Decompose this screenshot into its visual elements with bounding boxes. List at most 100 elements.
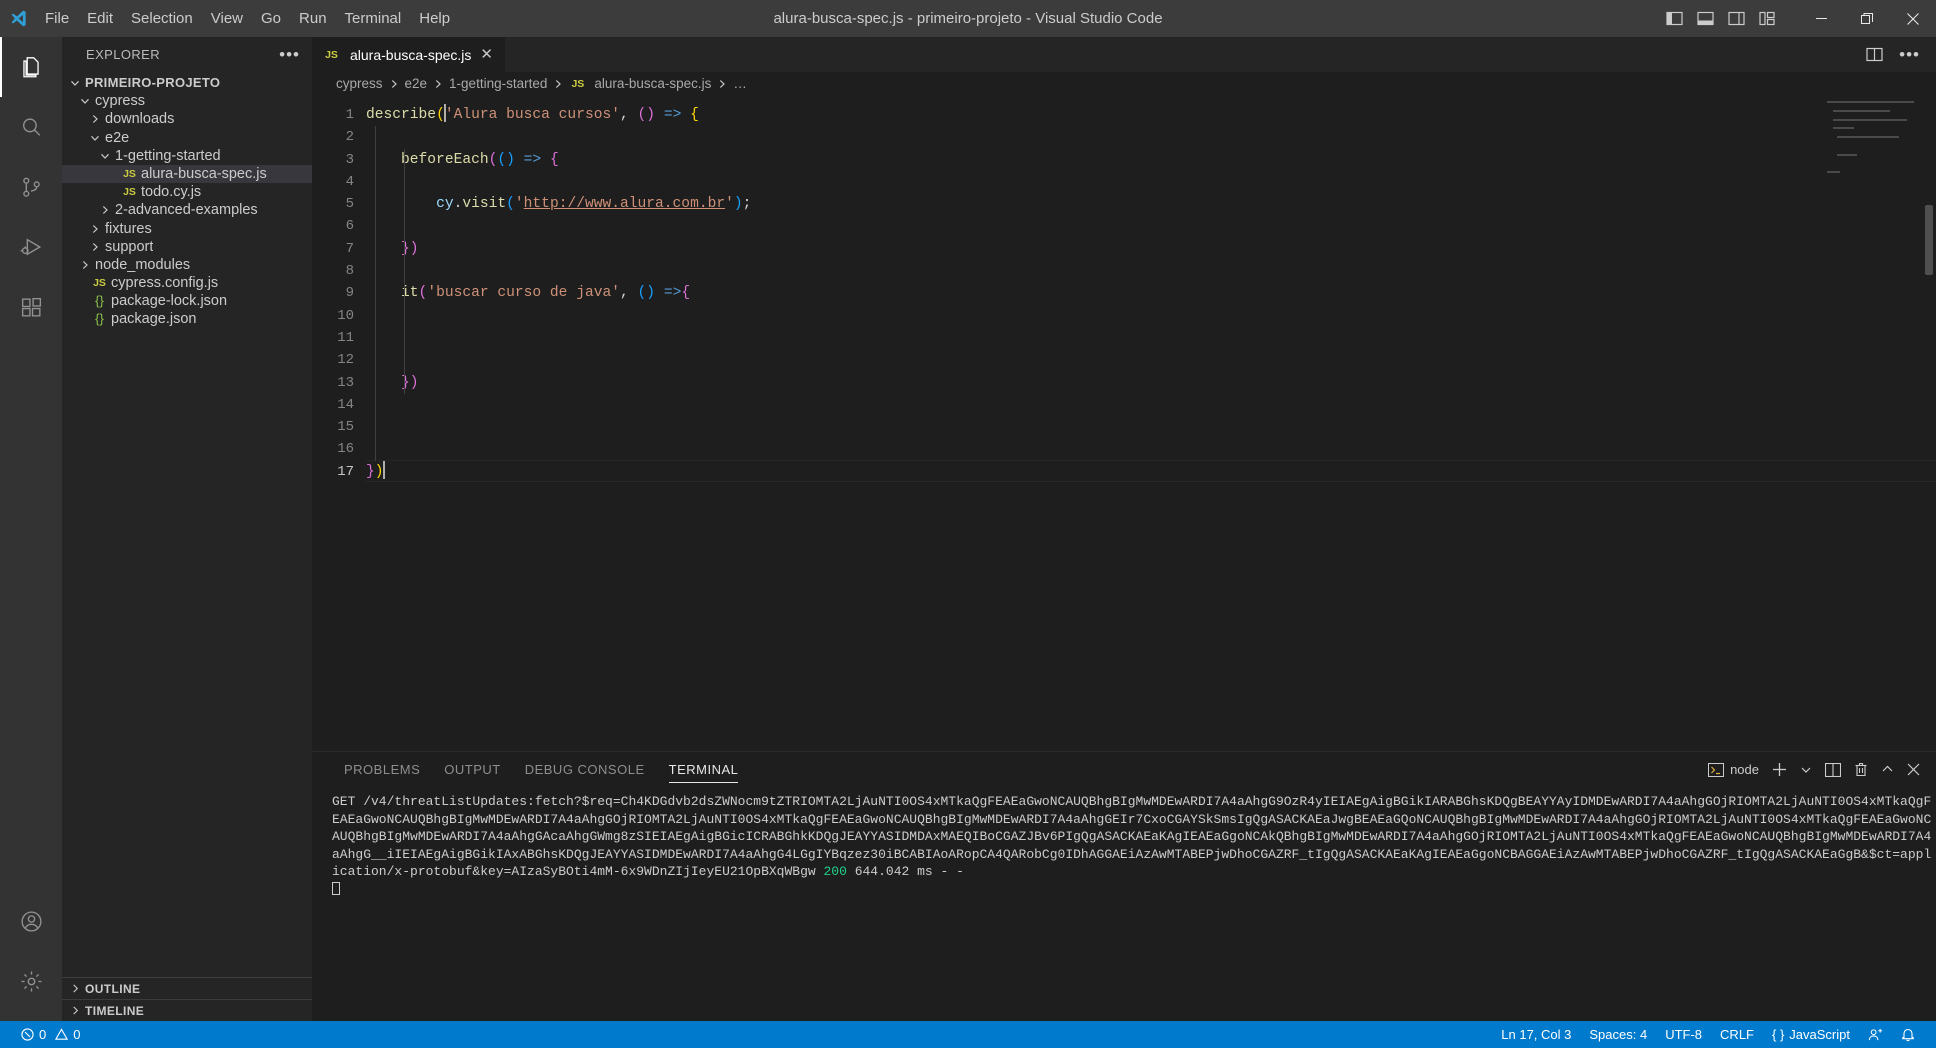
tree-folder-cypress[interactable]: cypress [62, 92, 312, 110]
maximize-button[interactable] [1844, 0, 1890, 37]
file-tree[interactable]: PRIMEIRO-PROJETO cypress downloads e2e 1-get… [62, 72, 312, 977]
code-line[interactable] [366, 349, 1936, 371]
tab-output[interactable]: OUTPUT [432, 752, 512, 787]
customize-layout-icon[interactable] [1759, 11, 1776, 26]
code-line[interactable] [366, 416, 1936, 438]
tree-root-primeiro-projeto[interactable]: PRIMEIRO-PROJETO [62, 74, 312, 92]
menu-run[interactable]: Run [290, 6, 336, 32]
tree-file-package-lock-json[interactable]: {} package-lock.json [62, 292, 312, 310]
close-panel-icon[interactable] [1907, 763, 1920, 776]
menu-bar[interactable]: File Edit Selection View Go Run Terminal… [36, 6, 459, 32]
tree-file-alura-busca-spec-js[interactable]: JS alura-busca-spec.js [62, 164, 312, 184]
chevron-right-icon[interactable] [88, 223, 101, 235]
code-line[interactable] [366, 260, 1936, 282]
toggle-panel-icon[interactable] [1697, 11, 1714, 26]
breadcrumb-item[interactable]: cypress [336, 76, 383, 91]
editor-scrollbar-thumb[interactable] [1925, 205, 1933, 275]
activity-source-control-icon[interactable] [0, 157, 62, 217]
split-terminal-icon[interactable] [1825, 762, 1841, 777]
split-editor-right-icon[interactable] [1866, 47, 1883, 62]
code-content[interactable]: describe ('Alura busca cursos', () => { b… [366, 95, 1936, 751]
chevron-down-icon[interactable] [68, 77, 81, 89]
tab-problems[interactable]: PROBLEMS [332, 752, 432, 787]
toggle-secondary-sidebar-icon[interactable] [1728, 11, 1745, 26]
code-line[interactable] [366, 327, 1936, 349]
terminal-output[interactable]: GET /v4/threatListUpdates:fetch?$req=Ch4… [312, 787, 1936, 1021]
notifications-bell-icon[interactable] [1892, 1021, 1924, 1048]
breadcrumb-item[interactable]: 1-getting-started [449, 76, 547, 91]
status-language-mode[interactable]: { } JavaScript [1763, 1021, 1859, 1048]
chevron-right-icon[interactable] [98, 204, 111, 216]
menu-selection[interactable]: Selection [122, 6, 202, 32]
close-button[interactable] [1890, 0, 1936, 37]
code-line[interactable]: beforeEach(() => { [366, 149, 1936, 171]
chevron-down-icon[interactable] [78, 95, 91, 107]
tree-folder-fixtures[interactable]: fixtures [62, 220, 312, 238]
window-controls[interactable] [1798, 0, 1936, 37]
breadcrumb-item[interactable]: alura-busca-spec.js [594, 76, 711, 91]
timeline-section[interactable]: TIMELINE [62, 999, 312, 1021]
code-line[interactable] [366, 171, 1936, 193]
menu-file[interactable]: File [36, 6, 78, 32]
minimize-button[interactable] [1798, 0, 1844, 37]
new-terminal-icon[interactable] [1772, 762, 1787, 777]
maximize-panel-icon[interactable] [1881, 763, 1894, 776]
status-encoding[interactable]: UTF-8 [1656, 1021, 1711, 1048]
activity-search-icon[interactable] [0, 97, 62, 157]
tree-file-package-json[interactable]: {} package.json [62, 310, 312, 328]
status-cursor-position[interactable]: Ln 17, Col 3 [1492, 1021, 1580, 1048]
code-line[interactable]: }) [366, 238, 1936, 260]
tree-folder-e2e[interactable]: e2e [62, 129, 312, 147]
code-line[interactable]: it('buscar curso de java', () =>{ [366, 282, 1936, 304]
code-line[interactable]: cy.visit('http://www.alura.com.br'); [366, 193, 1936, 215]
code-line[interactable] [366, 126, 1936, 148]
chevron-right-icon[interactable] [78, 259, 91, 271]
menu-help[interactable]: Help [410, 6, 459, 32]
terminal-dropdown-icon[interactable] [1800, 764, 1812, 776]
chevron-right-icon[interactable] [88, 113, 101, 125]
tab-terminal[interactable]: TERMINAL [657, 752, 751, 787]
code-line[interactable]: }) [366, 372, 1936, 394]
code-line[interactable] [366, 305, 1936, 327]
breadcrumb-item[interactable]: e2e [405, 76, 428, 91]
tree-folder-downloads[interactable]: downloads [62, 110, 312, 128]
tree-folder-1-getting-started[interactable]: 1-getting-started [62, 147, 312, 165]
menu-edit[interactable]: Edit [78, 6, 122, 32]
terminal-selector[interactable]: node [1708, 762, 1759, 777]
code-line[interactable] [366, 215, 1936, 237]
tree-file-todo-cy-js[interactable]: JS todo.cy.js [62, 183, 312, 201]
menu-go[interactable]: Go [252, 6, 290, 32]
editor-more-actions-icon[interactable]: ••• [1899, 46, 1920, 63]
tree-file-cypress-config-js[interactable]: JS cypress.config.js [62, 274, 312, 292]
editor-tab-alura-busca-spec[interactable]: JS alura-busca-spec.js ✕ [312, 37, 506, 72]
menu-terminal[interactable]: Terminal [336, 6, 411, 32]
kill-terminal-icon[interactable] [1854, 762, 1868, 777]
chevron-down-icon[interactable] [88, 132, 101, 144]
breadcrumb[interactable]: cypress e2e 1-getting-started JS alura-busca… [312, 72, 1936, 95]
activity-extensions-icon[interactable] [0, 277, 62, 337]
code-line[interactable]: }) [366, 459, 1936, 483]
accounts-icon[interactable] [0, 891, 62, 951]
code-line[interactable] [366, 394, 1936, 416]
code-line[interactable] [366, 438, 1936, 460]
status-problems[interactable]: 0 0 [12, 1021, 89, 1048]
settings-gear-icon[interactable] [0, 951, 62, 1011]
toggle-primary-sidebar-icon[interactable] [1666, 11, 1683, 26]
code-editor[interactable]: 1 2 3 4 5 6 7 8 9 10 11 12 13 14 15 16 17 describe('Alur… [312, 95, 1936, 751]
chevron-right-icon[interactable] [88, 241, 101, 253]
chevron-down-icon[interactable] [98, 150, 111, 162]
tree-folder-node-modules[interactable]: node_modules [62, 256, 312, 274]
status-eol[interactable]: CRLF [1711, 1021, 1763, 1048]
tab-debug-console[interactable]: DEBUG CONSOLE [513, 752, 657, 787]
layout-controls[interactable] [1666, 11, 1798, 26]
activity-explorer-icon[interactable] [0, 37, 62, 97]
status-indentation[interactable]: Spaces: 4 [1580, 1021, 1656, 1048]
code-line[interactable]: describe('Alura busca cursos', () => { [366, 104, 1936, 126]
editor-tab-close-icon[interactable]: ✕ [478, 47, 495, 62]
breadcrumb-item[interactable]: … [733, 76, 747, 91]
activity-run-and-debug-icon[interactable] [0, 217, 62, 277]
tree-folder-support[interactable]: support [62, 238, 312, 256]
outline-section[interactable]: OUTLINE [62, 977, 312, 999]
menu-view[interactable]: View [202, 6, 252, 32]
explorer-more-actions-icon[interactable]: ••• [279, 46, 300, 63]
